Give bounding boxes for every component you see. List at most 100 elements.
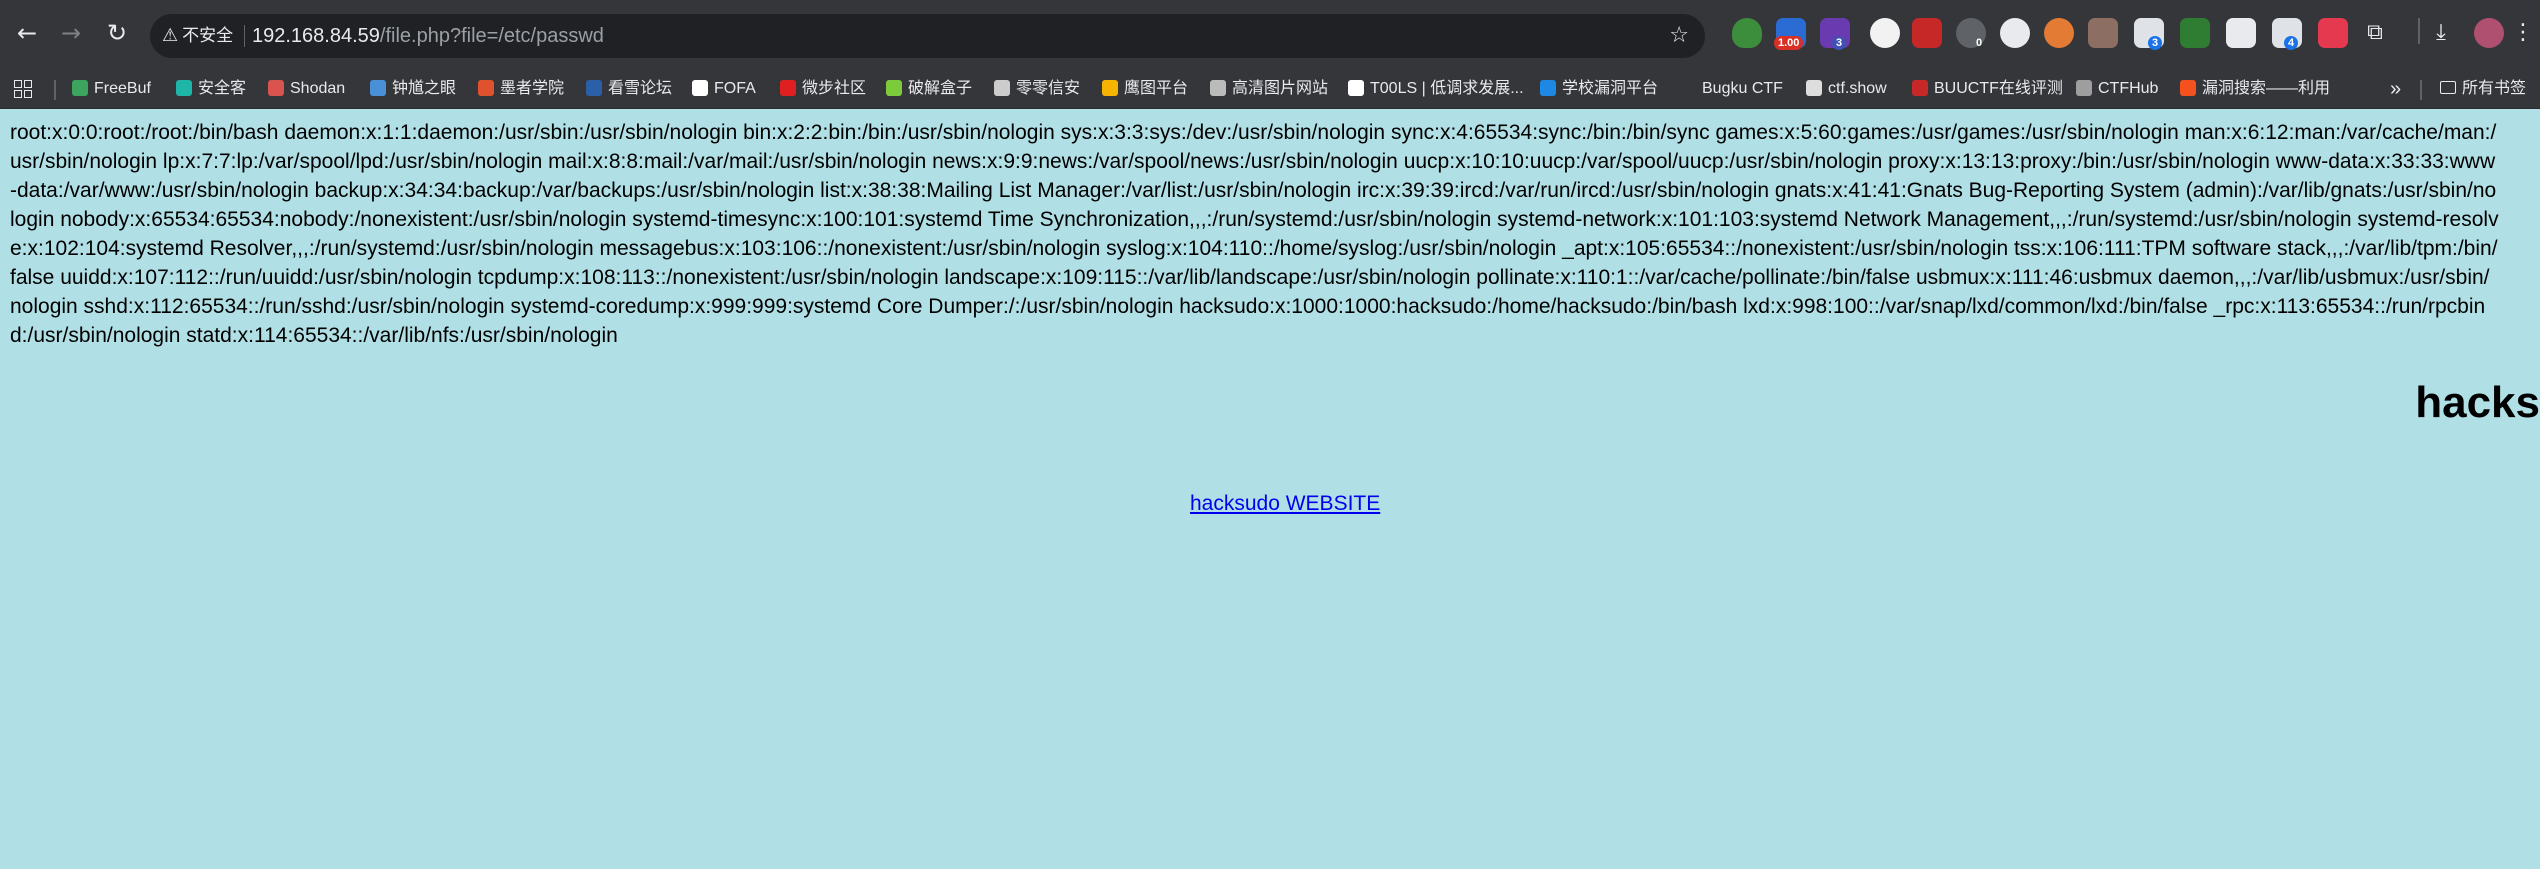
freebuf-icon — [72, 80, 88, 96]
extension-icon[interactable] — [2226, 18, 2256, 48]
bookmark-buuctf[interactable]: BUUCTF在线评测 — [1912, 70, 2063, 108]
bookmark-label: 钟馗之眼 — [392, 80, 457, 97]
bookmark-label: 鹰图平台 — [1124, 80, 1189, 97]
extension-badge: 3 — [1832, 36, 1847, 50]
bookmark-label: 漏洞搜索——利用 — [2202, 80, 2331, 97]
bookmark-label: Shodan — [290, 80, 346, 97]
bookmark-vuln-search[interactable]: 漏洞搜索——利用 — [2180, 70, 2330, 108]
ctfhub-icon — [2076, 80, 2092, 96]
bookmark-label: Bugku CTF — [1702, 80, 1783, 97]
bookmark-star-icon[interactable]: ☆ — [1669, 14, 1689, 58]
shield-extension-icon[interactable] — [1732, 18, 1762, 48]
bookmark-label: CTFHub — [2098, 80, 2159, 97]
school-vuln-icon — [1540, 80, 1556, 96]
t00ls-icon — [1348, 80, 1364, 96]
bookmarks-bar: FreeBuf 安全客 Shodan 钟馗之眼 墨者学院 看雪论坛 FOFA 微… — [0, 70, 2540, 109]
bookmark-t00ls[interactable]: T00LS | 低调求发展... — [1348, 70, 1524, 108]
profile-avatar[interactable] — [2474, 18, 2504, 48]
page-heading: hacks — [2415, 378, 2540, 427]
extension-icon[interactable] — [1912, 18, 1942, 48]
extension-badge: 3 — [2148, 36, 2163, 50]
bookmark-freebuf[interactable]: FreeBuf — [72, 70, 151, 108]
bookmark-crack-box[interactable]: 破解盒子 — [886, 70, 972, 108]
all-bookmarks-folder[interactable]: 所有书签 — [2440, 70, 2526, 108]
bookmark-kanxue[interactable]: 看雪论坛 — [586, 70, 672, 108]
zoomeye-icon — [370, 80, 386, 96]
extensions-puzzle-icon[interactable]: ⧉ — [2360, 18, 2390, 48]
hunter-icon — [1102, 80, 1118, 96]
extension-badge: 0 — [1976, 37, 1983, 49]
mozhe-icon — [478, 80, 494, 96]
bookmark-label: BUUCTF在线评测 — [1934, 80, 2063, 97]
passwd-file-contents: root:x:0:0:root:/root:/bin/bash daemon:x… — [10, 121, 2499, 347]
bookmark-label: FreeBuf — [94, 80, 151, 97]
bookmark-bugku[interactable]: Bugku CTF — [1680, 70, 1783, 108]
bookmark-hunter[interactable]: 鹰图平台 — [1102, 70, 1188, 108]
bookmark-threatbook[interactable]: 微步社区 — [780, 70, 866, 108]
bookmark-label: 安全客 — [198, 80, 247, 97]
security-indicator[interactable]: ⚠ 不安全 — [162, 14, 233, 58]
bookmark-0zero[interactable]: 零零信安 — [994, 70, 1080, 108]
warning-icon: ⚠ — [162, 25, 179, 46]
url-host: 192.168.84.59 — [252, 25, 380, 47]
extension-icon[interactable] — [2180, 18, 2210, 48]
bookmark-school-vuln[interactable]: 学校漏洞平台 — [1540, 70, 1658, 108]
extension-badge: 1.00 — [1774, 36, 1804, 50]
bookmark-label: 零零信安 — [1016, 80, 1081, 97]
extension-icon[interactable] — [2044, 18, 2074, 48]
bookmark-label: 破解盒子 — [908, 80, 973, 97]
menu-dots-icon[interactable]: ⋮ — [2508, 18, 2538, 48]
hacksudo-website-link[interactable]: hacksudo WEBSITE — [1190, 492, 1380, 516]
extension-icon[interactable] — [1870, 18, 1900, 48]
bookmark-zoomeye[interactable]: 钟馗之眼 — [370, 70, 456, 108]
toolbar-divider — [2418, 18, 2420, 44]
ctfshow-icon — [1806, 80, 1822, 96]
bookmarks-overflow-chevron-icon[interactable]: » — [2390, 70, 2401, 108]
url-path: /file.php?file=/etc/passwd — [379, 25, 604, 47]
bookmark-label: 学校漏洞平台 — [1562, 80, 1659, 97]
bookmark-label: ctf.show — [1828, 80, 1887, 97]
bookmark-hd-images[interactable]: 高清图片网站 — [1210, 70, 1328, 108]
extension-icon[interactable] — [2000, 18, 2030, 48]
threatbook-icon — [780, 80, 796, 96]
bookmark-label: FOFA — [714, 80, 756, 97]
url-text[interactable]: 192.168.84.59/file.php?file=/etc/passwd — [252, 14, 604, 58]
buuctf-icon — [1912, 80, 1928, 96]
extension-icon[interactable] — [2318, 18, 2348, 48]
kanxue-icon — [586, 80, 602, 96]
bookmark-anquanke[interactable]: 安全客 — [176, 70, 246, 108]
anquanke-icon — [176, 80, 192, 96]
bookmark-ctfshow[interactable]: ctf.show — [1806, 70, 1887, 108]
crack-box-icon — [886, 80, 902, 96]
browser-toolbar: ← → ↻ ⚠ 不安全 192.168.84.59/file.php?file=/… — [0, 0, 2540, 70]
address-divider — [244, 25, 245, 47]
bookmark-label: 高清图片网站 — [1232, 80, 1329, 97]
back-arrow-icon[interactable]: ← — [8, 14, 46, 52]
reload-icon[interactable]: ↻ — [98, 14, 136, 52]
bookmark-label: 墨者学院 — [500, 80, 565, 97]
bookmark-mozhe[interactable]: 墨者学院 — [478, 70, 564, 108]
vuln-search-icon — [2180, 80, 2196, 96]
bookmark-fofa[interactable]: FOFA — [692, 70, 756, 108]
extension-badge: 4 — [2284, 36, 2299, 50]
0zero-icon — [994, 80, 1010, 96]
bookmarks-divider — [2420, 80, 2422, 100]
folder-icon — [2440, 81, 2456, 94]
hd-images-icon — [1210, 80, 1226, 96]
bookmark-shodan[interactable]: Shodan — [268, 70, 345, 108]
bookmark-label: 看雪论坛 — [608, 80, 673, 97]
bookmark-label: 微步社区 — [802, 80, 867, 97]
security-label: 不安全 — [182, 26, 234, 45]
bookmarks-divider — [54, 80, 56, 100]
bookmark-label: T00LS | 低调求发展... — [1370, 80, 1524, 97]
bookmark-label: 所有书签 — [2462, 80, 2527, 97]
bookmark-ctfhub[interactable]: CTFHub — [2076, 70, 2158, 108]
apps-grid-icon[interactable] — [14, 80, 32, 98]
extension-icon[interactable] — [2088, 18, 2118, 48]
bugku-icon — [1680, 80, 1696, 96]
download-icon[interactable]: ⤓ — [2426, 18, 2456, 48]
address-bar[interactable]: ⚠ 不安全 192.168.84.59/file.php?file=/etc/pa… — [150, 14, 1705, 58]
forward-arrow-icon[interactable]: → — [52, 14, 90, 52]
fofa-icon — [692, 80, 708, 96]
shodan-icon — [268, 80, 284, 96]
